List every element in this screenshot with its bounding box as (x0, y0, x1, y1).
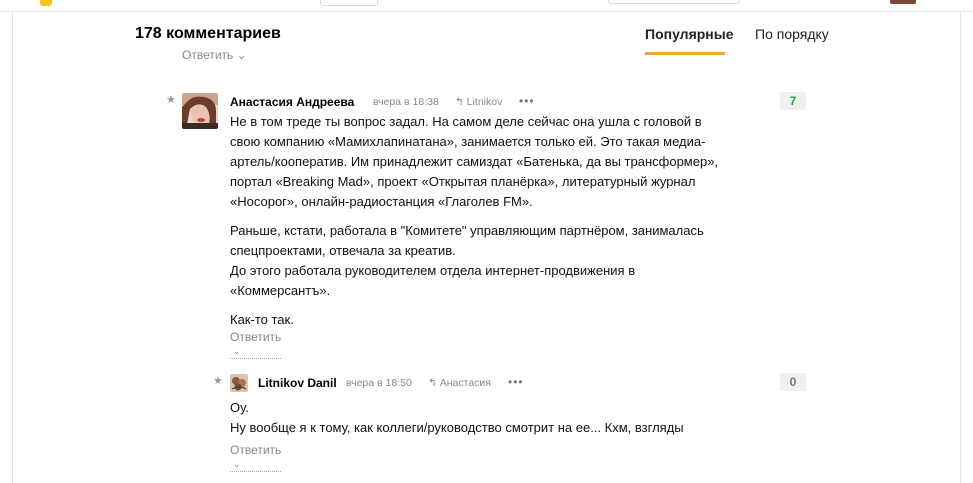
reply-to[interactable]: ↰ Анастасия (428, 377, 491, 389)
top-bar (0, 0, 973, 12)
comment-author[interactable]: Анастасия Андреева (230, 95, 354, 109)
reply-to-name: Анастасия (439, 377, 491, 389)
reply-arrow-icon: ↰ (455, 96, 464, 108)
rating-badge: 0 (780, 373, 806, 391)
top-button[interactable] (320, 0, 378, 6)
text-line: артель/кооператив. Им принадлежит самизд… (230, 154, 719, 169)
reply-button[interactable]: Ответить ⌄ (230, 330, 282, 359)
comment-paragraph: Раньше, кстати, работала в "Комитете" уп… (230, 221, 770, 301)
more-icon[interactable]: ••• (519, 94, 535, 108)
avatar-image (230, 374, 248, 392)
text-line: «Коммерсантъ». (230, 283, 331, 298)
text-line: Ну вообще я к тому, как коллеги/руководс… (230, 420, 684, 435)
text-line: «Носорог», онлайн-радиостанция «Глаголев… (230, 194, 533, 209)
avatar[interactable] (230, 374, 248, 392)
chevron-down-icon: ⌄ (233, 346, 241, 356)
comment-paragraph: Оу. Ну вообще я к тому, как коллеги/руко… (230, 398, 770, 438)
comment-timestamp[interactable]: вчера в 18:38 (373, 96, 439, 108)
content-frame-right-border (960, 12, 961, 483)
more-icon[interactable]: ••• (508, 375, 524, 389)
text-line: До этого работала руководителем отдела и… (230, 263, 636, 278)
reply-label: Ответить (230, 330, 282, 344)
star-icon[interactable]: ★ (166, 93, 176, 106)
chevron-down-icon: ⌄ (233, 459, 241, 469)
comment-paragraph: Как-то так. (230, 310, 770, 330)
text-line: портал «Breaking Mad», проект «Открытая … (230, 174, 696, 189)
content-frame-left-border (12, 12, 13, 483)
text-line: Как-то так. (230, 312, 294, 327)
reply-to-name: Litnikov (466, 96, 503, 108)
comment-body: Не в том треде ты вопрос задал. На самом… (230, 112, 770, 339)
reply-label: Ответить (182, 48, 234, 62)
user-avatar[interactable] (890, 0, 916, 4)
star-icon[interactable]: ★ (213, 374, 223, 387)
text-line: Не в том треде ты вопрос задал. На самом… (230, 114, 702, 129)
rating-badge: 7 (780, 92, 806, 110)
reply-label: Ответить (230, 443, 282, 457)
reply-arrow-icon: ↰ (428, 377, 437, 389)
logo[interactable] (40, 0, 52, 6)
comment-body: Оу. Ну вообще я к тому, как коллеги/руко… (230, 398, 770, 447)
previous-comment-reply-link[interactable]: Ответить ⌄ (182, 48, 247, 62)
reply-button[interactable]: Ответить ⌄ (230, 443, 282, 472)
tab-chronological[interactable]: По порядку (755, 26, 829, 42)
comment-author[interactable]: Litnikov Danil (258, 376, 337, 390)
active-tab-indicator (645, 52, 725, 55)
text-line: Раньше, кстати, работала в "Комитете" уп… (230, 223, 704, 238)
reply-to[interactable]: ↰ Litnikov (455, 96, 502, 108)
text-line: свою компанию «Мамихлапинатана», занимае… (230, 134, 706, 149)
text-line: спецпроектами, отвечала за креатив. (230, 243, 456, 258)
text-line: Оу. (230, 400, 249, 415)
comments-count: 178 комментариев (135, 25, 281, 42)
tab-popular[interactable]: Популярные (645, 26, 733, 42)
comment-paragraph: Не в том треде ты вопрос задал. На самом… (230, 112, 770, 212)
avatar[interactable] (182, 93, 218, 129)
avatar-image (182, 93, 218, 129)
search-input[interactable] (608, 0, 740, 4)
chevron-down-icon: ⌄ (236, 48, 247, 62)
comment-timestamp[interactable]: вчера в 18:50 (346, 377, 412, 389)
